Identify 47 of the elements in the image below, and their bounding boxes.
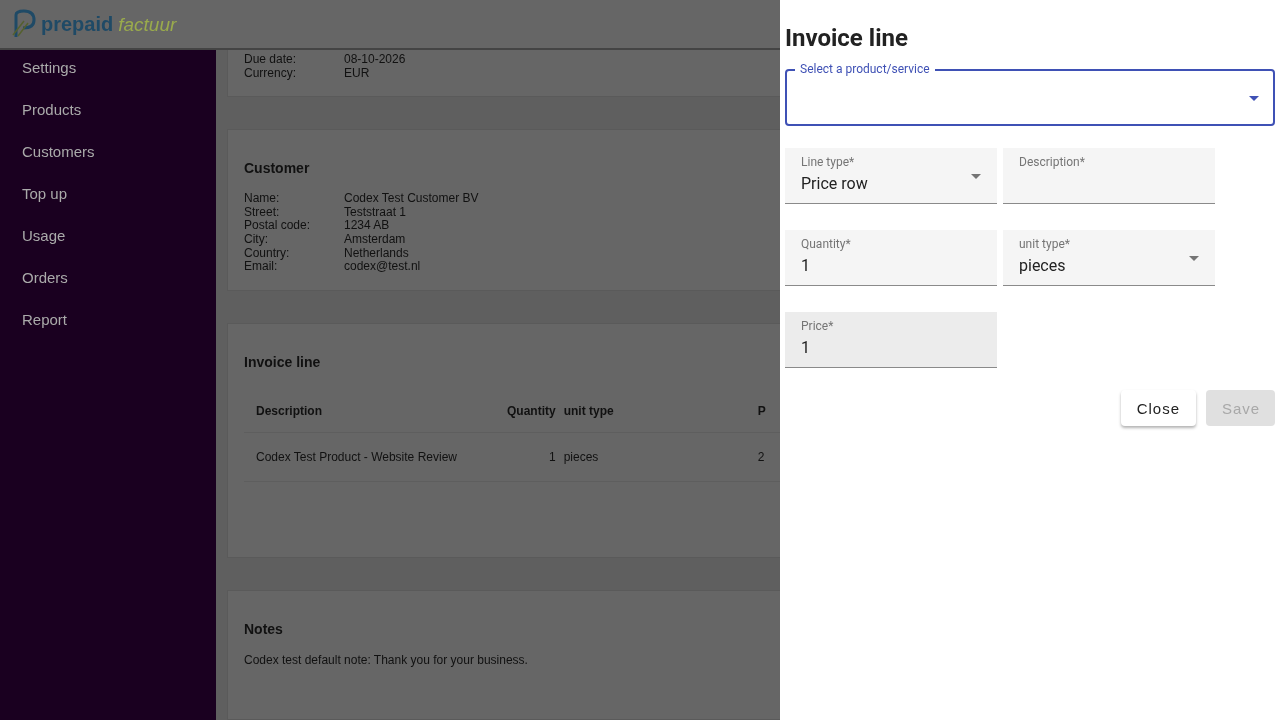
field-label: Currency: xyxy=(244,66,296,81)
input-field[interactable]: Quantity* 1 xyxy=(785,230,997,286)
section-title: Notes xyxy=(244,620,283,637)
sidebar-item[interactable]: Customers xyxy=(0,138,216,180)
sidebar-item[interactable]: Usage xyxy=(0,222,216,264)
input-field[interactable]: Description* xyxy=(1003,148,1215,204)
sidebar-item[interactable]: Orders xyxy=(0,264,216,306)
field-value: EUR xyxy=(344,66,370,81)
field-label: Postal code: xyxy=(244,219,311,233)
sidebar-item[interactable]: Settings xyxy=(0,54,216,96)
sidebar-item[interactable]: Products xyxy=(0,96,216,138)
field-value: Netherlands xyxy=(344,246,409,261)
field-value: 08-10-2026 xyxy=(344,53,406,67)
column-header: unit type xyxy=(559,389,752,433)
field-label: Country: xyxy=(244,246,290,261)
drawer-button[interactable]: Close xyxy=(1120,390,1196,426)
field-value: Codex Test Customer BV xyxy=(344,192,479,206)
logo-icon xyxy=(10,9,38,39)
field-value: Amsterdam xyxy=(344,232,406,247)
field-value: Teststraat 1 xyxy=(344,205,407,220)
note-text: Codex test default note: Thank you for your business. xyxy=(244,652,529,667)
column-header: Description xyxy=(244,389,495,433)
table-cell: 1 xyxy=(495,432,560,482)
logo-text: prepaid xyxy=(41,12,114,36)
field-label: Select a product/service xyxy=(795,62,935,76)
table-cell: pieces xyxy=(559,432,752,482)
logo-text: factuur xyxy=(118,13,177,36)
dropdown-caret-icon xyxy=(1189,256,1199,261)
select-field[interactable]: unit type* pieces xyxy=(1003,230,1215,286)
section-title: Invoice line xyxy=(244,353,321,370)
section-title: Customer xyxy=(244,160,310,177)
field-label: Street: xyxy=(244,205,280,220)
dropdown-caret-icon xyxy=(971,174,981,179)
field-label: Due date: xyxy=(244,53,297,67)
field-label: Email: xyxy=(244,260,278,274)
column-header: Quantity xyxy=(495,389,560,433)
select-field[interactable]: Line type* Price row xyxy=(785,148,997,204)
table-cell: Codex Test Product - Website Review xyxy=(244,432,495,482)
drawer-title: Invoice line xyxy=(785,24,909,52)
dropdown-caret-icon xyxy=(1249,95,1259,101)
input-field[interactable]: Price* 1 xyxy=(785,312,997,368)
field-label: Name: xyxy=(244,192,280,206)
product-select[interactable]: Select a product/service xyxy=(785,62,1275,126)
sidebar-item[interactable]: Top up xyxy=(0,180,216,222)
sidebar-item[interactable]: Report xyxy=(0,306,216,348)
field-value: 1234 AB xyxy=(344,219,390,233)
field-label: City: xyxy=(244,232,268,247)
